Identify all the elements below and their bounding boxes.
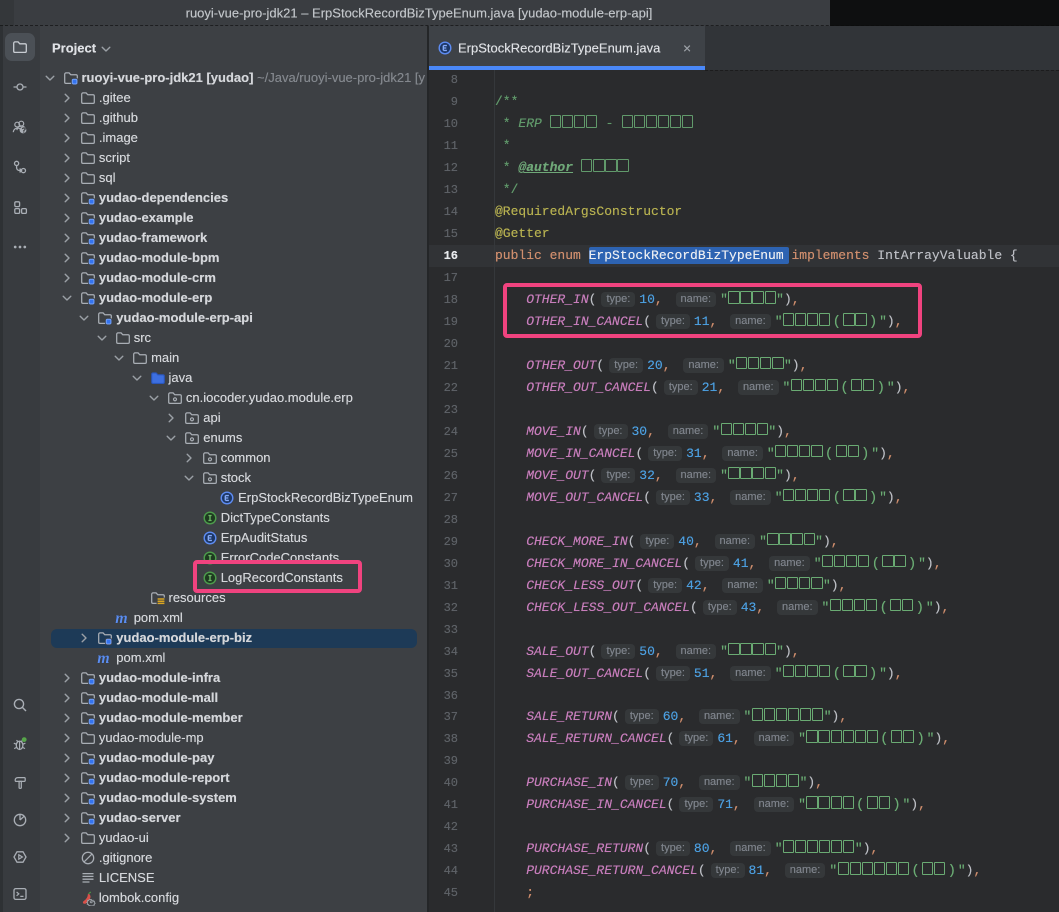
svg-text:m: m <box>97 650 109 666</box>
svg-text:?: ? <box>22 128 26 135</box>
svg-text:m: m <box>115 610 127 626</box>
